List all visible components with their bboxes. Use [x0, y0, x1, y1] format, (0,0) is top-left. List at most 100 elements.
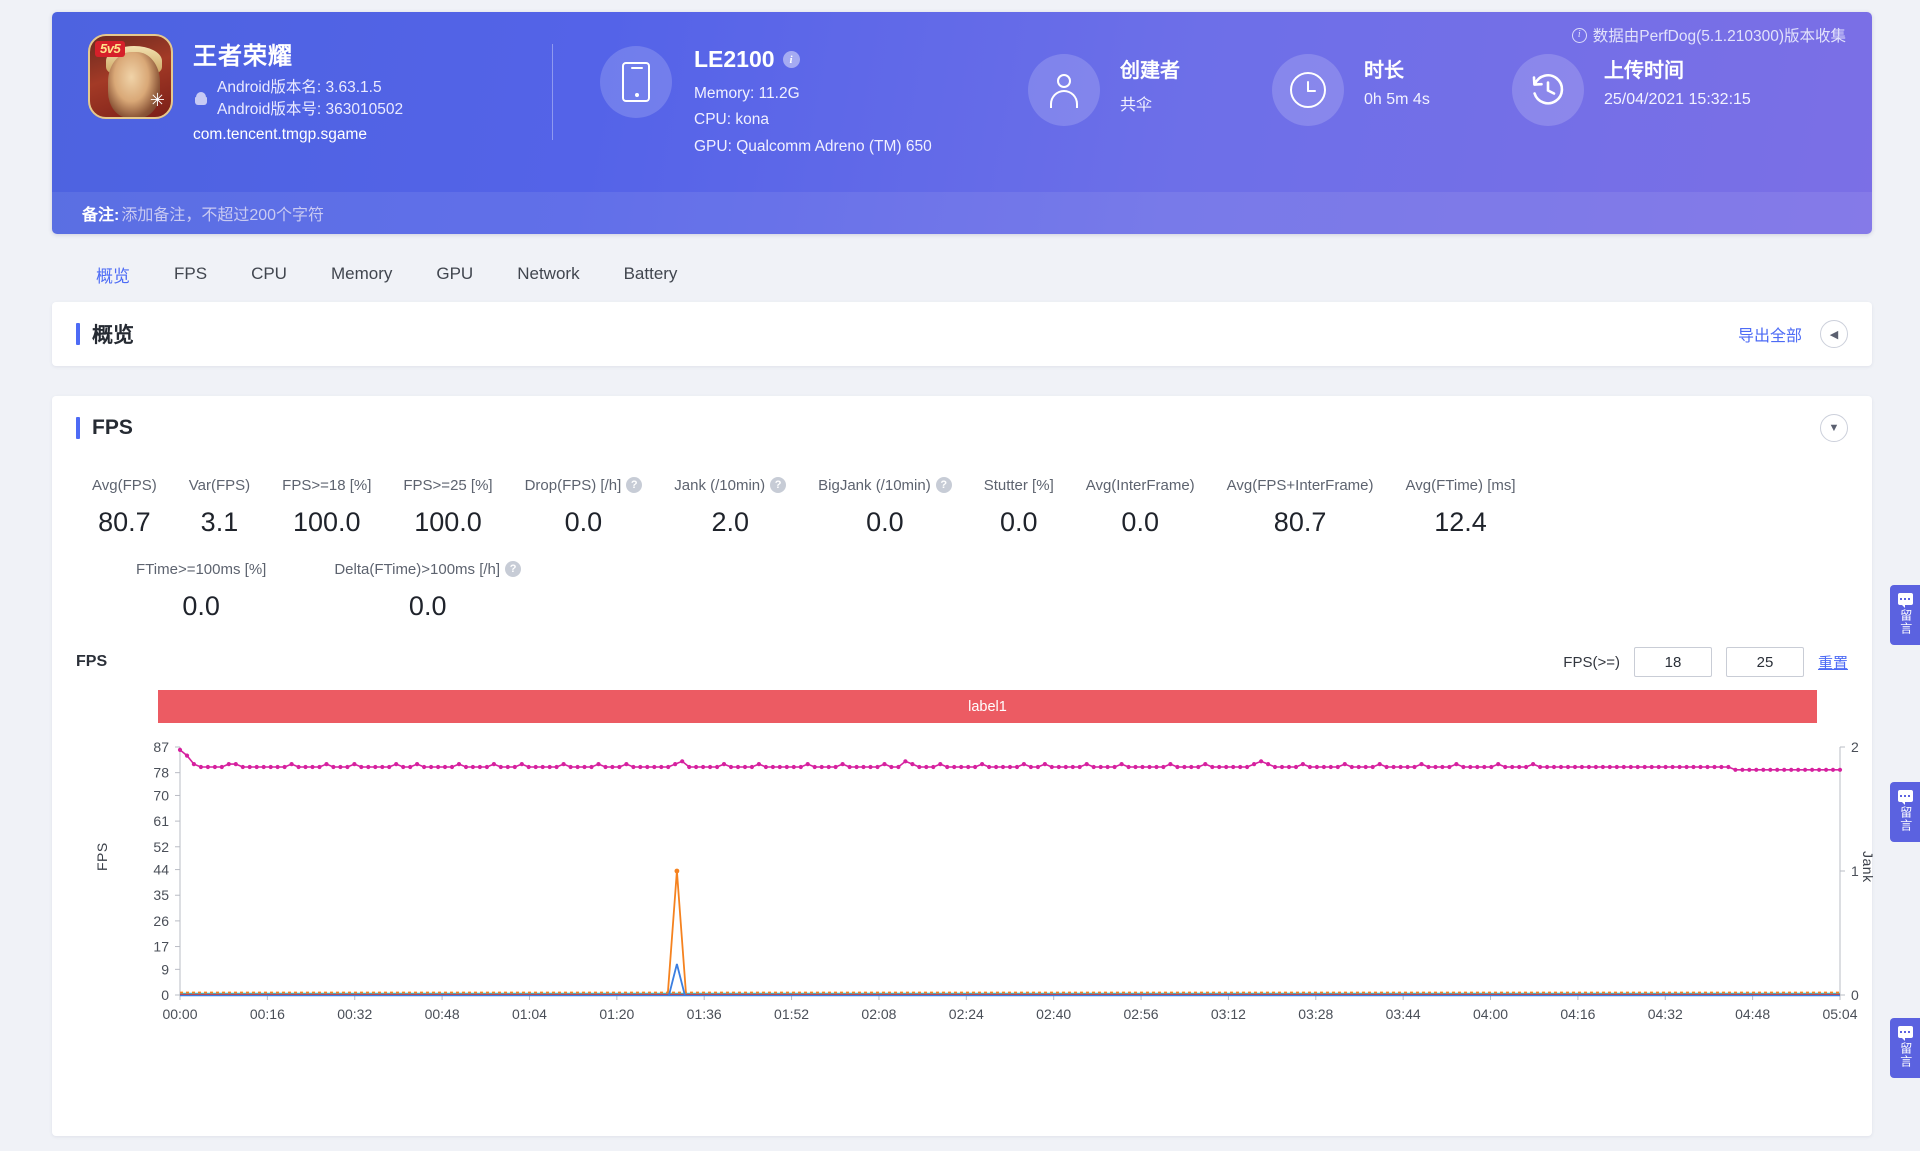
chart-canvas: 0 9 17 26 35 44 52 61 70 78 87 0 1 2 00:00 00:16 00:32 00…: [153, 739, 1859, 1022]
tab-network[interactable]: Network: [495, 248, 601, 300]
export-all-button[interactable]: 导出全部: [1738, 322, 1802, 346]
fps-threshold-input-1[interactable]: [1633, 647, 1712, 677]
metric-label: Avg(FPS+InterFrame): [1226, 476, 1374, 494]
metric-bigjank: BigJank (/10min)? 0.0: [802, 472, 968, 538]
duration-value: 0h 5m 4s: [1364, 91, 1430, 108]
fps-metrics-row-1: Avg(FPS) 80.7 Var(FPS) 3.1 FPS>=18 [%] 1…: [52, 460, 1872, 538]
metric-label: Delta(FTime)>100ms [/h]: [334, 560, 501, 578]
fps-threshold-input-2[interactable]: [1725, 647, 1804, 677]
svg-text:1: 1: [1851, 863, 1859, 879]
side-tab-message-1[interactable]: 留言: [1890, 585, 1920, 645]
metric-avg-interframe: Avg(InterFrame) 0.0: [1070, 472, 1211, 538]
help-icon[interactable]: ?: [770, 477, 787, 493]
metric-value: 3.1: [200, 507, 239, 537]
svg-text:9: 9: [161, 961, 169, 977]
metric-fps-ge-18: FPS>=18 [%] 100.0: [266, 472, 387, 538]
metric-label: Avg(FPS): [92, 476, 157, 494]
notes-input-placeholder[interactable]: 添加备注，不超过200个字符: [121, 201, 324, 225]
metric-label: FPS>=18 [%]: [282, 476, 372, 494]
device-text-block: LE2100 i Memory: 11.2G CPU: kona GPU: Qu…: [694, 46, 932, 160]
svg-text:87: 87: [153, 739, 169, 755]
fps-card: FPS ▼ Avg(FPS) 80.7 Var(FPS) 3.1 FPS>=18…: [52, 396, 1876, 1136]
svg-text:61: 61: [153, 813, 169, 829]
header-top: i 数据由PerfDog(5.1.210300)版本收集 5v5 ✳ 王者荣耀: [52, 12, 1872, 192]
side-tab-message-3[interactable]: 留言: [1890, 1018, 1920, 1078]
app-root: i 数据由PerfDog(5.1.210300)版本收集 5v5 ✳ 王者荣耀: [0, 0, 1920, 1151]
metric-label: Stutter [%]: [983, 476, 1054, 494]
perfdog-version-notice: i 数据由PerfDog(5.1.210300)版本收集: [1571, 24, 1846, 46]
svg-text:03:28: 03:28: [1298, 1006, 1333, 1022]
phone-icon: [600, 46, 672, 118]
svg-text:03:12: 03:12: [1211, 1006, 1246, 1022]
upload-time-label: 上传时间: [1604, 60, 1684, 82]
metric-label: Drop(FPS) [/h]: [524, 476, 622, 494]
app-icon-star: ✳: [149, 90, 165, 110]
upload-time-block: 上传时间 25/04/2021 15:32:15: [1512, 54, 1751, 126]
message-icon: [1897, 1026, 1913, 1041]
side-tab-label: 留言: [1898, 806, 1913, 832]
triangle-down-icon[interactable]: ▼: [1820, 414, 1848, 442]
metric-value: 80.7: [98, 507, 151, 537]
svg-text:05:04: 05:04: [1822, 1006, 1857, 1022]
metric-value: 100.0: [292, 507, 361, 537]
app-icon-badge: 5v5: [95, 41, 126, 58]
device-memory: Memory: 11.2G: [694, 85, 800, 102]
chart-label-bar[interactable]: label1: [158, 690, 1817, 723]
svg-text:26: 26: [153, 913, 169, 929]
metric-value: 2.0: [711, 507, 749, 537]
device-name-row: LE2100 i: [694, 46, 932, 73]
help-icon[interactable]: ?: [626, 477, 643, 493]
svg-text:01:20: 01:20: [599, 1006, 634, 1022]
svg-text:52: 52: [153, 839, 169, 855]
tab-fps[interactable]: FPS: [152, 248, 229, 300]
help-icon[interactable]: ?: [935, 477, 952, 493]
svg-text:01:04: 01:04: [512, 1006, 547, 1022]
fps-chart-header: FPS FPS(>=) 重置: [52, 644, 1872, 680]
reset-button[interactable]: 重置: [1818, 652, 1848, 673]
device-cpu: CPU: kona: [694, 111, 769, 129]
notes-row[interactable]: 备注: 添加备注，不超过200个字符: [52, 192, 1872, 234]
svg-text:02:56: 02:56: [1124, 1006, 1159, 1022]
fps-chart-plot[interactable]: FPS Jank 0 9 17 26 35 44 52 61 70 78 87 0 1 2 00:00 00:…: [52, 735, 1876, 1045]
tab-gpu[interactable]: GPU: [414, 248, 495, 300]
metric-avg-fps: Avg(FPS) 80.7: [76, 472, 173, 538]
notes-label: 备注:: [82, 207, 120, 224]
section-accent-bar: [76, 323, 80, 345]
metric-value: 0.0: [408, 591, 447, 621]
creator-block: 创建者 共伞: [1028, 54, 1180, 126]
tab-overview[interactable]: 概览: [74, 248, 152, 300]
metric-value: 0.0: [182, 591, 220, 621]
svg-text:00:48: 00:48: [425, 1006, 460, 1022]
metric-label: BigJank (/10min): [818, 476, 931, 494]
metric-value: 0.0: [1121, 507, 1159, 537]
tab-cpu[interactable]: CPU: [229, 248, 309, 300]
notice-text: 数据由PerfDog(5.1.210300)版本收集: [1592, 28, 1846, 45]
svg-text:00:16: 00:16: [250, 1006, 285, 1022]
metric-value: 0.0: [564, 507, 603, 537]
creator-value: 共伞: [1120, 97, 1153, 114]
side-tab-label: 留言: [1898, 1042, 1913, 1068]
svg-text:04:48: 04:48: [1735, 1006, 1770, 1022]
triangle-left-icon[interactable]: ◀: [1820, 320, 1848, 348]
svg-text:01:52: 01:52: [774, 1006, 809, 1022]
device-info-icon[interactable]: i: [782, 51, 800, 68]
metric-var-fps: Var(FPS) 3.1: [173, 472, 266, 538]
main-tabbar: 概览 FPS CPU Memory GPU Network Battery: [52, 248, 1872, 300]
device-name: LE2100: [694, 46, 775, 72]
duration-label: 时长: [1364, 60, 1404, 82]
tab-battery[interactable]: Battery: [602, 248, 700, 300]
app-version-name: Android版本名: 3.63.1.5: [217, 79, 382, 96]
metric-avg-fps-interframe: Avg(FPS+InterFrame) 80.7: [1211, 472, 1390, 538]
message-icon: [1897, 593, 1913, 608]
metric-value: 12.4: [1434, 507, 1487, 537]
tab-memory[interactable]: Memory: [309, 248, 414, 300]
help-icon[interactable]: ?: [505, 561, 522, 577]
side-tab-message-2[interactable]: 留言: [1890, 782, 1920, 842]
metric-fps-ge-25: FPS>=25 [%] 100.0: [387, 472, 508, 538]
metric-delta-ftime-100ms: Delta(FTime)>100ms [/h]? 0.0: [282, 556, 537, 622]
metric-jank: Jank (/10min)? 2.0: [658, 472, 802, 538]
svg-text:0: 0: [1851, 987, 1859, 1003]
app-package-name: com.tencent.tmgp.sgame: [193, 125, 368, 143]
fps-header: FPS ▼: [52, 396, 1872, 460]
svg-text:78: 78: [153, 765, 169, 781]
